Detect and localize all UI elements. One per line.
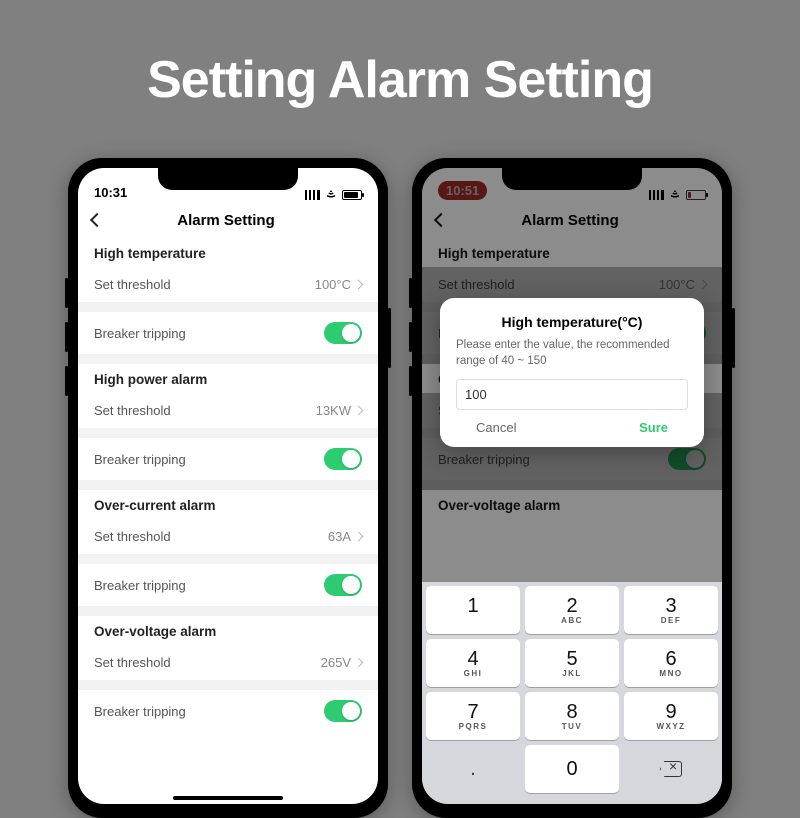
divider bbox=[78, 302, 378, 312]
notch bbox=[158, 168, 298, 190]
row-label: Breaker tripping bbox=[94, 452, 186, 467]
key-9[interactable]: 9WXYZ bbox=[624, 692, 718, 740]
key-6[interactable]: 6MNO bbox=[624, 639, 718, 687]
divider bbox=[78, 606, 378, 616]
row-high-temp-tripping: Breaker tripping bbox=[78, 312, 378, 354]
threshold-input[interactable] bbox=[456, 379, 688, 410]
row-value: 63A bbox=[328, 529, 362, 544]
key-5[interactable]: 5JKL bbox=[525, 639, 619, 687]
key-2[interactable]: 2ABC bbox=[525, 586, 619, 634]
divider bbox=[78, 480, 378, 490]
key-0[interactable]: 0 bbox=[525, 745, 619, 793]
section-high-temperature: High temperature bbox=[78, 238, 378, 267]
nav-bar: Alarm Setting bbox=[78, 202, 378, 238]
divider bbox=[78, 428, 378, 438]
wifi-icon bbox=[324, 190, 338, 200]
home-indicator[interactable] bbox=[173, 796, 283, 800]
chevron-right-icon bbox=[354, 280, 364, 290]
section-over-voltage: Over-voltage alarm bbox=[78, 616, 378, 645]
toggle-high-power-tripping[interactable] bbox=[324, 448, 362, 470]
row-high-power-tripping: Breaker tripping bbox=[78, 438, 378, 480]
chevron-right-icon bbox=[354, 532, 364, 542]
row-over-current-threshold[interactable]: Set threshold 63A bbox=[78, 519, 378, 554]
row-over-voltage-threshold[interactable]: Set threshold 265V bbox=[78, 645, 378, 680]
divider bbox=[78, 354, 378, 364]
key-4[interactable]: 4GHI bbox=[426, 639, 520, 687]
key-3[interactable]: 3DEF bbox=[624, 586, 718, 634]
page-title: Alarm Setting bbox=[102, 212, 364, 229]
section-high-power: High power alarm bbox=[78, 364, 378, 393]
phones-container: 10:31 Alarm Setting High temperature Set… bbox=[0, 158, 800, 800]
row-over-current-tripping: Breaker tripping bbox=[78, 564, 378, 606]
row-label: Set threshold bbox=[94, 277, 171, 292]
divider bbox=[78, 680, 378, 690]
threshold-dialog: High temperature(°C) Please enter the va… bbox=[440, 298, 704, 447]
row-label: Set threshold bbox=[94, 655, 171, 670]
row-value: 100°C bbox=[315, 277, 362, 292]
settings-list: High temperature Set threshold 100°C Bre… bbox=[78, 238, 378, 732]
phone-right: 10:51 Alarm Setting High temperature S bbox=[412, 158, 732, 818]
row-high-power-threshold[interactable]: Set threshold 13KW bbox=[78, 393, 378, 428]
key-8[interactable]: 8TUV bbox=[525, 692, 619, 740]
notch bbox=[502, 168, 642, 190]
row-label: Breaker tripping bbox=[94, 326, 186, 341]
backspace-icon bbox=[660, 761, 682, 777]
row-label: Breaker tripping bbox=[94, 704, 186, 719]
phone-left-screen: 10:31 Alarm Setting High temperature Set… bbox=[78, 168, 378, 804]
row-value: 13KW bbox=[316, 403, 362, 418]
row-value: 265V bbox=[321, 655, 362, 670]
phone-right-screen: 10:51 Alarm Setting High temperature S bbox=[422, 168, 722, 804]
signal-icon bbox=[305, 190, 320, 200]
row-label: Set threshold bbox=[94, 529, 171, 544]
cancel-button[interactable]: Cancel bbox=[476, 420, 516, 435]
toggle-over-voltage-tripping[interactable] bbox=[324, 700, 362, 722]
battery-icon bbox=[342, 190, 362, 200]
key-7[interactable]: 7PQRS bbox=[426, 692, 520, 740]
row-label: Breaker tripping bbox=[94, 578, 186, 593]
row-over-voltage-tripping: Breaker tripping bbox=[78, 690, 378, 732]
dialog-title: High temperature(°C) bbox=[456, 314, 688, 330]
phone-left: 10:31 Alarm Setting High temperature Set… bbox=[68, 158, 388, 818]
divider bbox=[78, 554, 378, 564]
key-dot[interactable]: . bbox=[426, 745, 520, 793]
sure-button[interactable]: Sure bbox=[639, 420, 668, 435]
toggle-high-temp-tripping[interactable] bbox=[324, 322, 362, 344]
dialog-message: Please enter the value, the recommended … bbox=[456, 338, 688, 369]
toggle-over-current-tripping[interactable] bbox=[324, 574, 362, 596]
row-label: Set threshold bbox=[94, 403, 171, 418]
row-high-temp-threshold[interactable]: Set threshold 100°C bbox=[78, 267, 378, 302]
section-over-current: Over-current alarm bbox=[78, 490, 378, 519]
chevron-right-icon bbox=[354, 406, 364, 416]
numeric-keypad: 1 2ABC 3DEF 4GHI 5JKL 6MNO 7PQRS 8TUV 9W… bbox=[422, 582, 722, 804]
hero-title: Setting Alarm Setting bbox=[0, 50, 800, 110]
key-backspace[interactable] bbox=[624, 745, 718, 793]
key-1[interactable]: 1 bbox=[426, 586, 520, 634]
chevron-right-icon bbox=[354, 658, 364, 668]
